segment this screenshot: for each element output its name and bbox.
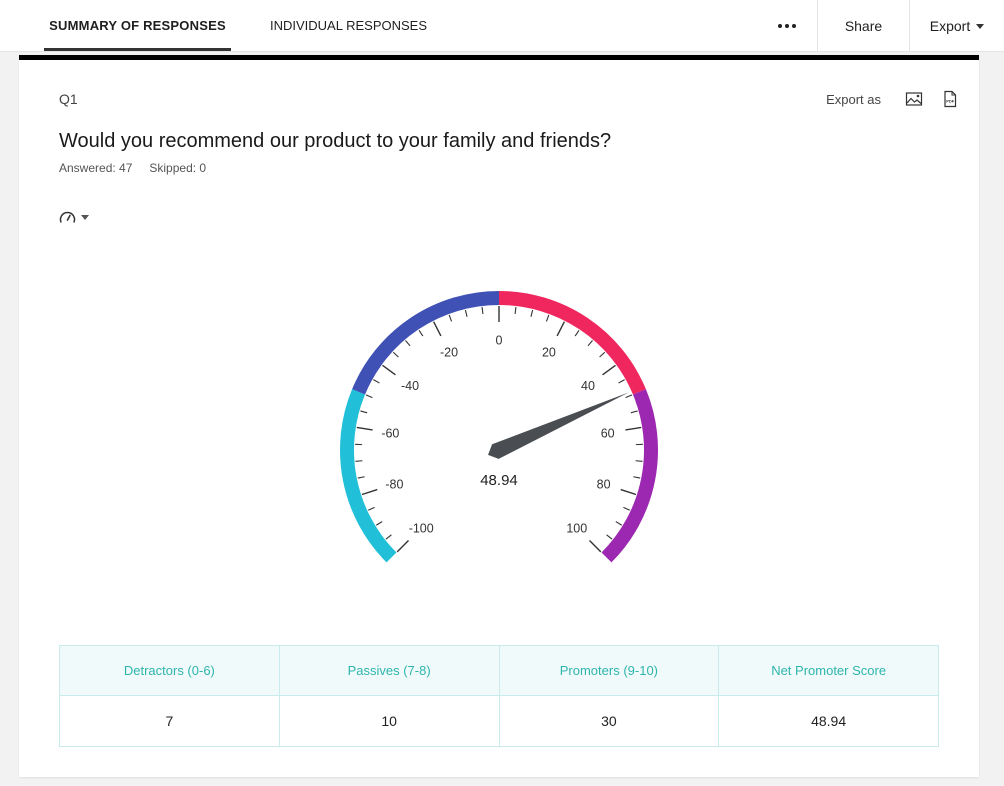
gauge-minor-tick xyxy=(385,534,392,540)
header-promoters: Promoters (9-10) xyxy=(498,645,720,696)
gauge-major-tick xyxy=(625,426,642,431)
top-actions: Share Export xyxy=(757,0,1004,52)
header-passives: Passives (7-8) xyxy=(278,645,500,696)
gauge-minor-tick xyxy=(530,309,534,317)
gauge-major-tick xyxy=(396,540,409,553)
gauge-minor-tick xyxy=(448,314,453,322)
share-button[interactable]: Share xyxy=(817,0,909,52)
gauge-minor-tick xyxy=(357,476,365,479)
nps-table: Detractors (0-6) Passives (7-8) Promoter… xyxy=(59,645,939,747)
table-header-row: Detractors (0-6) Passives (7-8) Promoter… xyxy=(59,645,939,696)
gauge-minor-tick xyxy=(355,460,363,462)
gauge-minor-tick xyxy=(373,379,380,384)
gauge-major-tick xyxy=(620,488,637,496)
gauge-minor-tick xyxy=(360,410,368,414)
gauge-minor-tick xyxy=(405,340,411,347)
gauge-minor-tick xyxy=(625,394,633,399)
gauge-minor-tick xyxy=(367,506,375,511)
gauge-tick-label: 0 xyxy=(496,334,503,348)
gauge-tick-label: -100 xyxy=(409,521,434,535)
gauge-minor-tick xyxy=(574,329,580,337)
header-net-promoter-score: Net Promoter Score xyxy=(718,645,939,696)
gauge-major-tick xyxy=(602,364,616,376)
gauge-major-tick xyxy=(356,426,373,431)
value-promoters: 30 xyxy=(498,695,720,747)
gauge-tick-label: 60 xyxy=(601,426,615,440)
value-detractors: 7 xyxy=(59,695,280,747)
gauge-tick-label: -20 xyxy=(440,345,458,359)
gauge-minor-tick xyxy=(633,476,641,479)
gauge-band-3 xyxy=(601,389,658,563)
gauge-band-2 xyxy=(498,291,646,395)
gauge-minor-tick xyxy=(606,534,613,540)
nps-gauge-chart: -100 -80 -60 -40 -20 0 20 40 60 80 100 48.94 xyxy=(340,291,658,563)
gauge-minor-tick xyxy=(392,351,399,358)
gauge-tick-label: 20 xyxy=(542,345,556,359)
gauge-tick-label: 100 xyxy=(566,521,587,535)
tab-individual-responses[interactable]: INDIVIDUAL RESPONSES xyxy=(270,0,427,52)
gauge-value-label: 48.94 xyxy=(480,472,518,489)
gauge-minor-tick xyxy=(418,329,424,337)
caret-down-icon xyxy=(976,23,985,29)
tab-summary-of-responses[interactable]: SUMMARY OF RESPONSES xyxy=(44,0,231,52)
ellipsis-icon xyxy=(778,24,796,28)
gauge-band-1 xyxy=(352,291,500,395)
gauge-tick-label: 80 xyxy=(597,477,611,491)
gauge-major-tick xyxy=(589,540,602,553)
more-options-button[interactable] xyxy=(757,0,817,52)
gauge-minor-tick xyxy=(635,460,643,462)
gauge-major-tick xyxy=(433,321,442,337)
gauge-minor-tick xyxy=(587,340,593,347)
value-net-promoter-score: 48.94 xyxy=(718,695,939,747)
export-dropdown-button[interactable]: Export xyxy=(909,0,1004,52)
gauge-minor-tick xyxy=(618,379,625,384)
gauge-band-0 xyxy=(340,389,397,563)
gauge-minor-tick xyxy=(375,521,383,526)
gauge-minor-tick xyxy=(464,309,468,317)
header-detractors: Detractors (0-6) xyxy=(59,645,280,696)
gauge-minor-tick xyxy=(481,306,484,315)
gauge-major-tick xyxy=(361,488,378,496)
gauge-minor-tick xyxy=(514,306,517,315)
question-card: Q1 Export as PDF Would you recommend our… xyxy=(19,55,979,777)
gauge-minor-tick xyxy=(599,351,606,358)
top-bar: SUMMARY OF RESPONSES INDIVIDUAL RESPONSE… xyxy=(0,0,1004,52)
gauge-minor-tick xyxy=(365,394,373,399)
gauge-minor-tick xyxy=(615,521,623,526)
gauge-minor-tick xyxy=(630,410,638,414)
value-passives: 10 xyxy=(278,695,500,747)
table-row: 7 10 30 48.94 xyxy=(59,695,939,747)
gauge-minor-tick xyxy=(545,314,550,322)
gauge-major-tick xyxy=(556,321,565,337)
gauge-tick-label: -40 xyxy=(401,379,419,393)
gauge-minor-tick xyxy=(623,506,631,511)
gauge-tick-label: 40 xyxy=(581,379,595,393)
gauge-tick-label: -80 xyxy=(385,477,403,491)
gauge-tick-label: -60 xyxy=(381,426,399,440)
share-label: Share xyxy=(844,18,883,34)
export-label: Export xyxy=(929,18,971,34)
gauge-major-tick xyxy=(382,364,396,376)
